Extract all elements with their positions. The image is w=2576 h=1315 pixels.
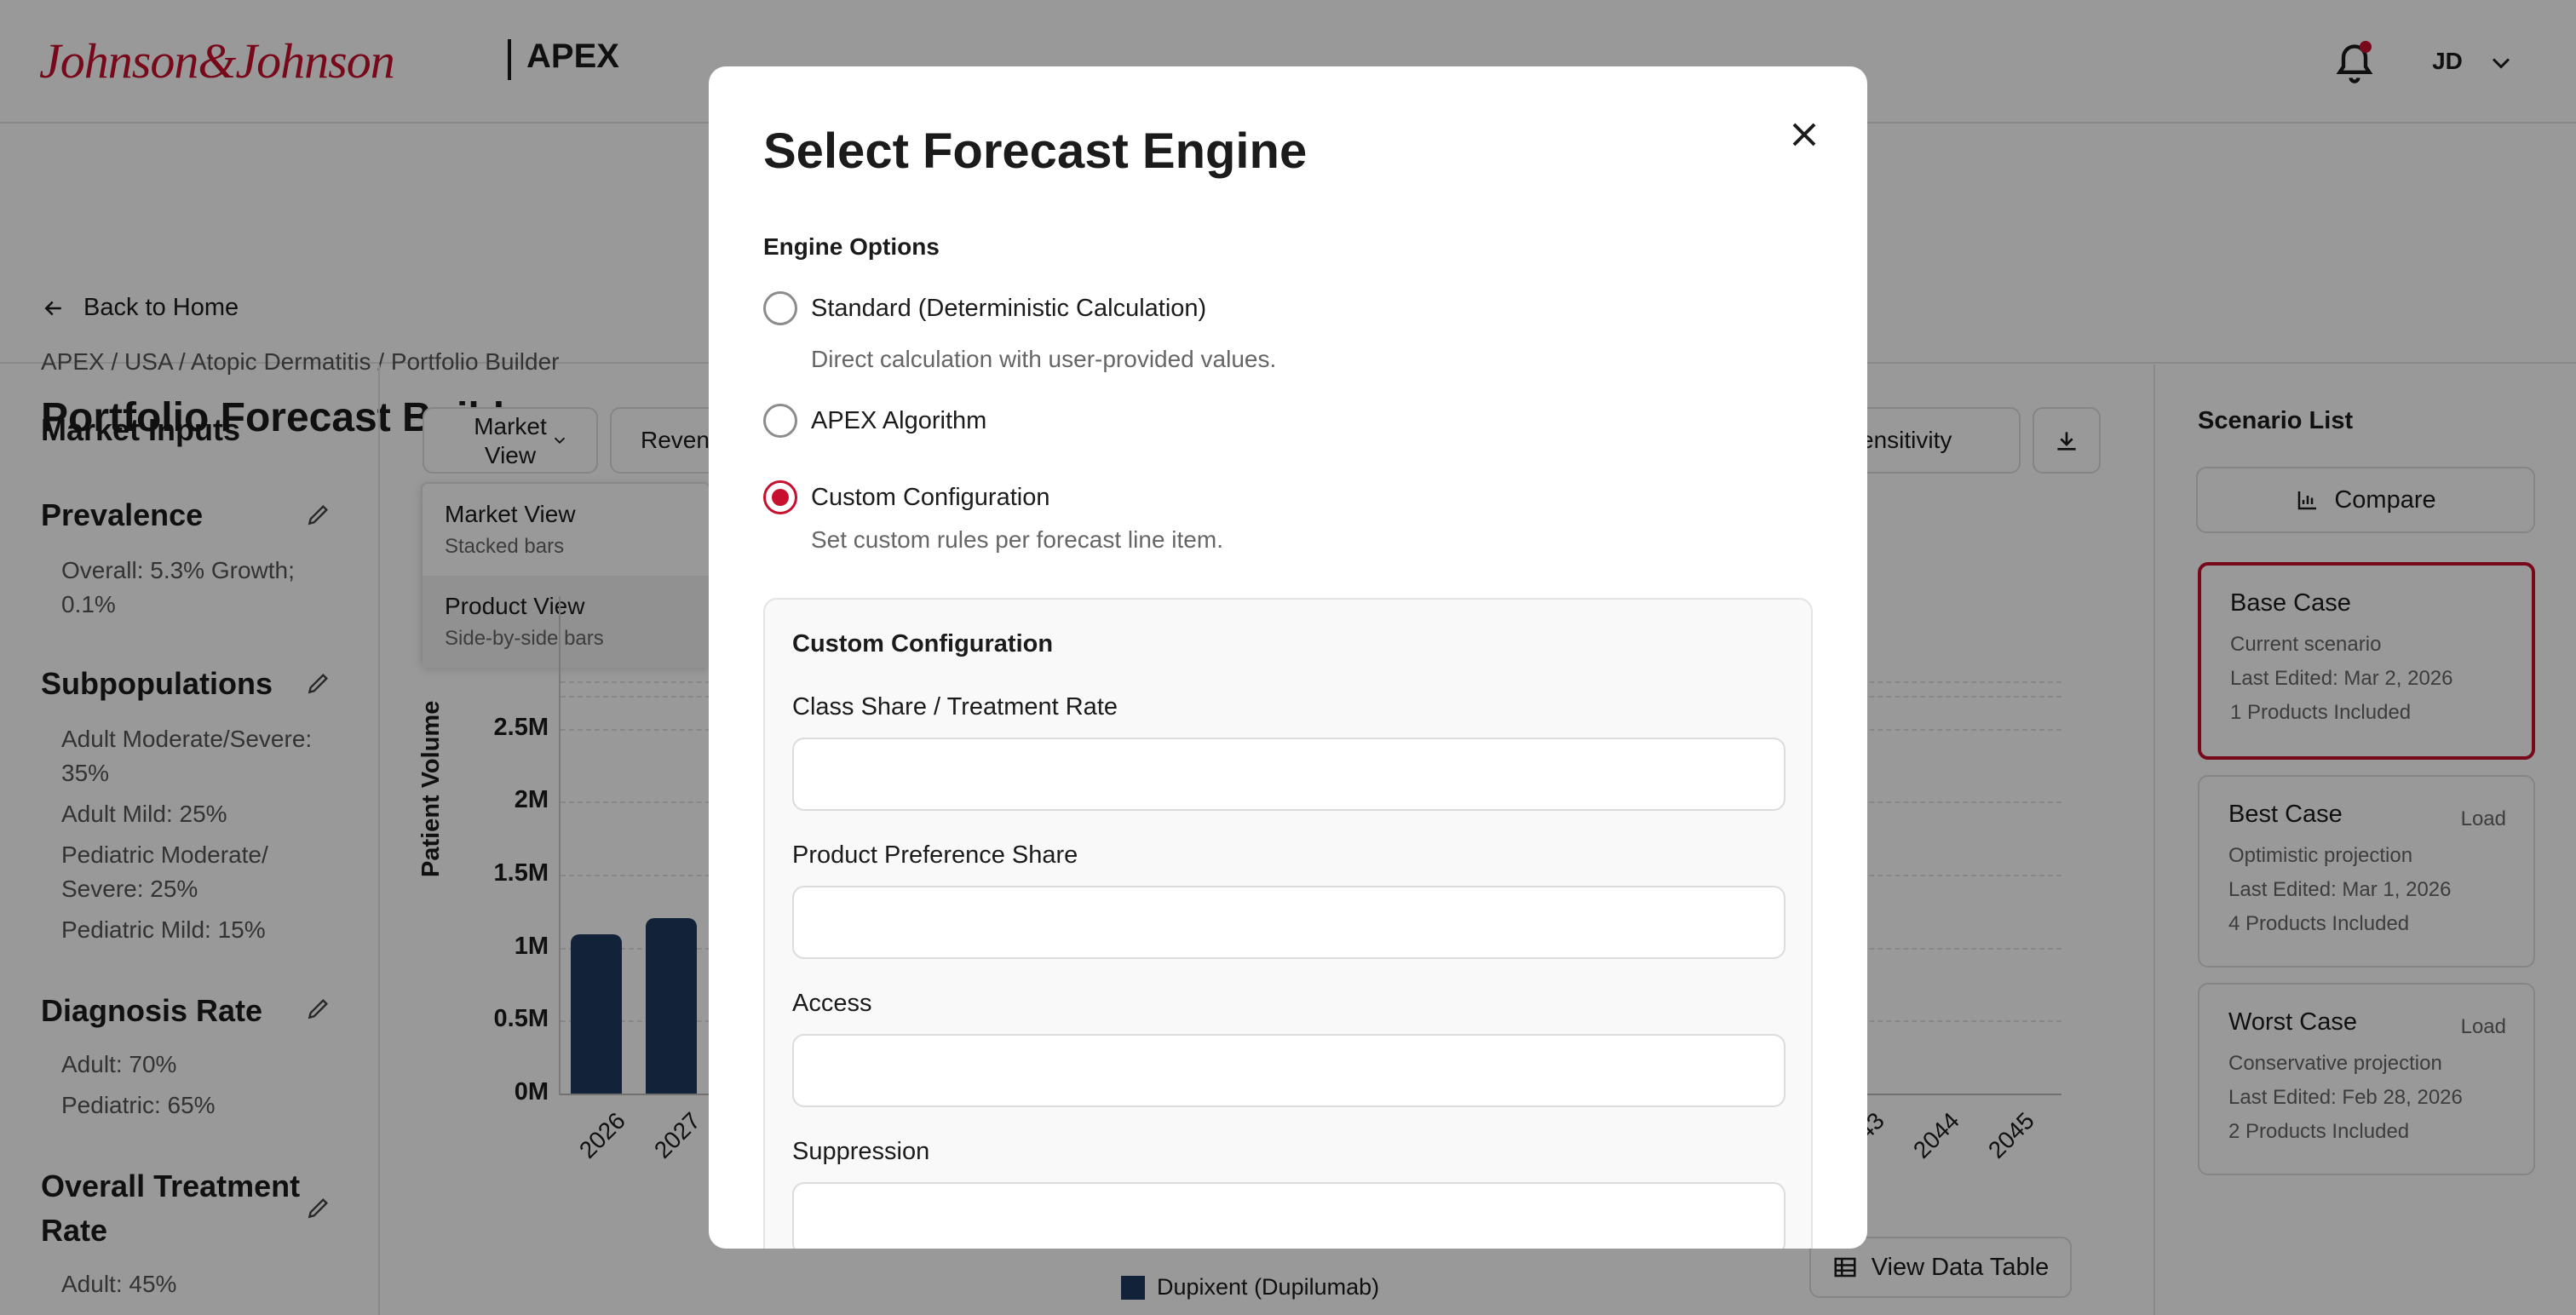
field-label: Suppression	[792, 1138, 930, 1165]
field-label: Product Preference Share	[792, 841, 1078, 869]
option-label-custom: Custom Configuration	[811, 484, 1050, 511]
custom-config-panel: Custom Configuration Class Share / Treat…	[763, 598, 1813, 1249]
field-label: Access	[792, 990, 872, 1017]
option-label-apex: APEX Algorithm	[811, 407, 987, 434]
product-preference-input[interactable]	[792, 886, 1785, 959]
option-desc-custom: Set custom rules per forecast line item.	[811, 526, 1223, 553]
field-label: Class Share / Treatment Rate	[792, 693, 1118, 721]
forecast-engine-modal: Select Forecast Engine Engine Options St…	[709, 66, 1867, 1249]
radio-standard[interactable]	[763, 291, 797, 325]
option-label-standard: Standard (Deterministic Calculation)	[811, 295, 1207, 322]
close-icon[interactable]	[1784, 114, 1825, 155]
option-desc-standard: Direct calculation with user-provided va…	[811, 346, 1277, 372]
suppression-input[interactable]	[792, 1182, 1785, 1249]
class-share-input[interactable]	[792, 738, 1785, 811]
engine-options-title: Engine Options	[763, 233, 940, 260]
custom-config-title: Custom Configuration	[792, 630, 1054, 658]
radio-custom[interactable]	[763, 480, 797, 514]
modal-title: Select Forecast Engine	[763, 123, 1308, 179]
access-input[interactable]	[792, 1034, 1785, 1107]
radio-apex[interactable]	[763, 404, 797, 438]
